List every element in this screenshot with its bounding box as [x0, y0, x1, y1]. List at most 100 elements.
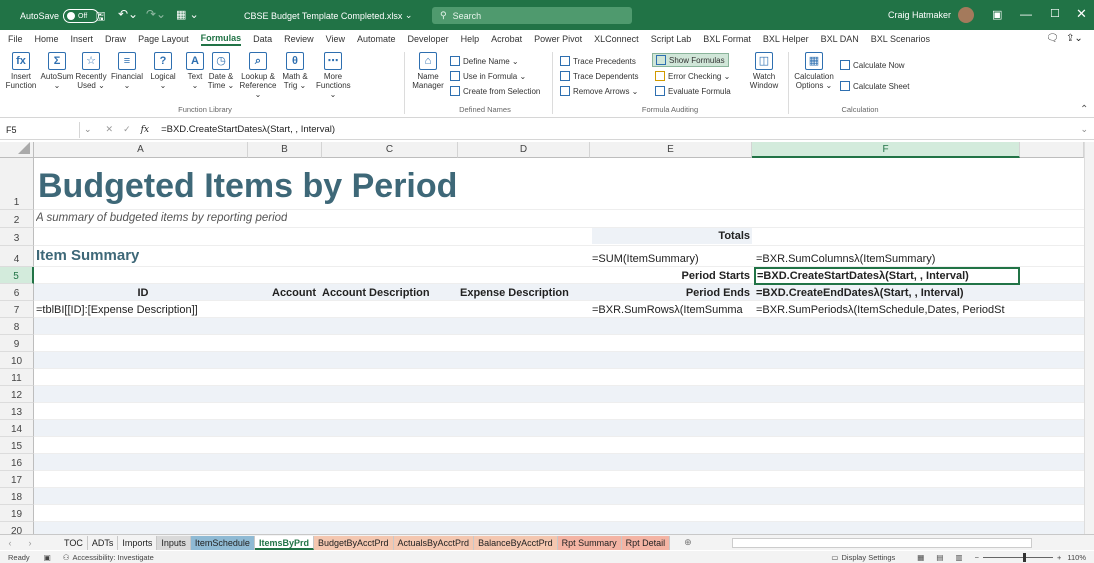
autosave-toggle[interactable]: Off: [63, 9, 100, 23]
calculate-now-button[interactable]: Calculate Now: [840, 60, 905, 70]
avatar[interactable]: [958, 7, 974, 23]
row-header-12[interactable]: 12: [0, 386, 34, 403]
next-sheet-icon[interactable]: ›: [20, 538, 40, 548]
column-header-c[interactable]: C: [322, 142, 458, 158]
date-button[interactable]: ◷ Date & Time ⌄: [204, 52, 238, 90]
sheet-tab-rpt-summary[interactable]: Rpt Summary: [557, 535, 622, 550]
formula-input[interactable]: =BXD.CreateStartDatesλ(Start, , Interval…: [161, 124, 1080, 135]
share-icon[interactable]: ⇪⌄: [1066, 33, 1083, 44]
tab-acrobat[interactable]: Acrobat: [491, 34, 522, 44]
calculation-options-button[interactable]: ▦ Calculation Options ⌄: [792, 52, 836, 90]
tab-bxl-dan[interactable]: BXL DAN: [821, 34, 859, 44]
horizontal-scrollbar[interactable]: [731, 537, 1032, 548]
row-header-9[interactable]: 9: [0, 335, 34, 352]
sheet-tab-adts[interactable]: ADTs: [87, 535, 119, 550]
page-break-icon[interactable]: ▥: [955, 553, 962, 562]
row-header-11[interactable]: 11: [0, 369, 34, 386]
sheet-tab-toc[interactable]: TOC: [60, 535, 88, 550]
row-header-1[interactable]: 1: [0, 158, 34, 210]
show-formulas-button[interactable]: Show Formulas: [652, 53, 729, 67]
sheet-subtitle[interactable]: A summary of budgeted items by reporting…: [36, 210, 287, 226]
tab-review[interactable]: Review: [284, 34, 314, 44]
trace-dependents-button[interactable]: Trace Dependents: [560, 71, 639, 81]
account-column-header[interactable]: Account: [250, 285, 316, 301]
tab-page-layout[interactable]: Page Layout: [138, 34, 189, 44]
prev-sheet-icon[interactable]: ‹: [0, 538, 20, 548]
sheet-tab-itemschedule[interactable]: ItemSchedule: [190, 535, 255, 550]
period-starts-label[interactable]: Period Starts: [592, 268, 752, 284]
insert-button[interactable]: fx Insert Function: [4, 52, 38, 90]
column-header-blank[interactable]: [1020, 142, 1084, 158]
tab-data[interactable]: Data: [253, 34, 272, 44]
logical-button[interactable]: ? Logical ⌄: [146, 52, 180, 90]
maximize-icon[interactable]: ☐: [1050, 7, 1060, 20]
define-name-button[interactable]: Define Name ⌄: [450, 56, 519, 66]
tab-draw[interactable]: Draw: [105, 34, 126, 44]
column-header-e[interactable]: E: [590, 142, 752, 158]
name-box[interactable]: F5: [0, 121, 80, 138]
file-name[interactable]: CBSE Budget Template Completed.xlsx ⌄: [244, 10, 412, 21]
cell-a7[interactable]: =tblBI[[ID]:[Expense Description]]: [36, 302, 536, 318]
row-header-7[interactable]: 7: [0, 301, 34, 318]
cell-f7[interactable]: =BXR.SumPeriodsλ(ItemSchedule,Dates, Per…: [756, 302, 1020, 318]
select-all-corner[interactable]: [0, 142, 34, 158]
undo-icon[interactable]: ↶⌄: [118, 7, 138, 21]
column-header-b[interactable]: B: [248, 142, 322, 158]
row-header-4[interactable]: 4: [0, 246, 34, 267]
row-header-10[interactable]: 10: [0, 352, 34, 369]
sheet-tab-actualsbyacctprd[interactable]: ActualsByAcctPrd: [393, 535, 475, 550]
row-header-14[interactable]: 14: [0, 420, 34, 437]
lookup-button[interactable]: ⌕ Lookup & Reference ⌄: [238, 52, 278, 99]
expand-formula-icon[interactable]: ⌄: [1080, 124, 1088, 135]
macro-record-icon[interactable]: ▣: [44, 553, 51, 562]
sheet-tab-inputs[interactable]: Inputs: [157, 535, 191, 550]
expense-description-header[interactable]: Expense Description: [460, 285, 590, 301]
autosum-button[interactable]: Σ AutoSum ⌄: [40, 52, 74, 90]
tab-bxl-format[interactable]: BXL Format: [703, 34, 751, 44]
zoom-slider[interactable]: [982, 552, 1053, 562]
collapse-ribbon-icon[interactable]: ⌃: [1080, 104, 1088, 115]
column-header-a[interactable]: A: [34, 142, 248, 158]
totals-header[interactable]: Totals: [592, 228, 752, 244]
name-manager-button[interactable]: ⌂ Name Manager: [410, 52, 446, 90]
search-box[interactable]: ⚲ Search: [432, 7, 632, 24]
row-header-15[interactable]: 15: [0, 437, 34, 454]
customize-toolbar-icon[interactable]: ▦ ⌄: [176, 8, 199, 21]
insert-function-icon[interactable]: fx: [141, 125, 149, 135]
id-column-header[interactable]: ID: [36, 285, 250, 301]
tab-automate[interactable]: Automate: [357, 34, 396, 44]
comments-icon[interactable]: 🗨: [1046, 33, 1059, 44]
tab-bxl-helper[interactable]: BXL Helper: [763, 34, 809, 44]
period-ends-label[interactable]: Period Ends: [592, 285, 752, 301]
sheet-tab-itemsbyprd[interactable]: ItemsByPrd: [254, 535, 314, 550]
create-from-selection-button[interactable]: Create from Selection: [450, 86, 540, 96]
cell-f5-selected[interactable]: =BXD.CreateStartDatesλ(Start, , Interval…: [754, 267, 1020, 285]
page-layout-icon[interactable]: ▤: [936, 553, 943, 562]
redo-icon[interactable]: ↷⌄: [146, 7, 166, 21]
use-in-formula-button[interactable]: Use in Formula ⌄: [450, 71, 526, 81]
save-icon[interactable]: 🖫: [96, 8, 105, 27]
zoom-level[interactable]: 110%: [1067, 553, 1086, 562]
watch-window-button[interactable]: ◫ Watch Window: [746, 52, 782, 90]
tab-home[interactable]: Home: [35, 34, 59, 44]
vertical-scrollbar[interactable]: [1084, 142, 1094, 534]
worksheet-grid[interactable]: ABCDEF 1 2 3 4 5 6 7 8 9 10 11 12 13 14 15 16 17 18 19 20 B…: [0, 142, 1094, 534]
error-checking-button[interactable]: Error Checking ⌄: [655, 71, 730, 81]
zoom-in-icon[interactable]: +: [1057, 553, 1061, 562]
minimize-icon[interactable]: —: [1020, 7, 1032, 21]
tab-file[interactable]: File: [8, 34, 23, 44]
row-header-3[interactable]: 3: [0, 228, 34, 246]
close-icon[interactable]: ✕: [1076, 6, 1087, 22]
display-settings-button[interactable]: Display Settings: [842, 553, 896, 562]
enter-icon[interactable]: ✓: [123, 124, 131, 135]
row-header-20[interactable]: 20: [0, 522, 34, 534]
calculate-sheet-button[interactable]: Calculate Sheet: [840, 81, 909, 91]
row-header-16[interactable]: 16: [0, 454, 34, 471]
sheet-tab-budgetbyacctprd[interactable]: BudgetByAcctPrd: [313, 535, 394, 550]
recently-button[interactable]: ☆ Recently Used ⌄: [74, 52, 108, 90]
normal-view-icon[interactable]: ▦: [917, 553, 924, 562]
column-header-f[interactable]: F: [752, 142, 1020, 158]
tab-script-lab[interactable]: Script Lab: [651, 34, 692, 44]
item-summary-heading[interactable]: Item Summary: [36, 246, 139, 266]
evaluate-formula-button[interactable]: Evaluate Formula: [655, 86, 731, 96]
